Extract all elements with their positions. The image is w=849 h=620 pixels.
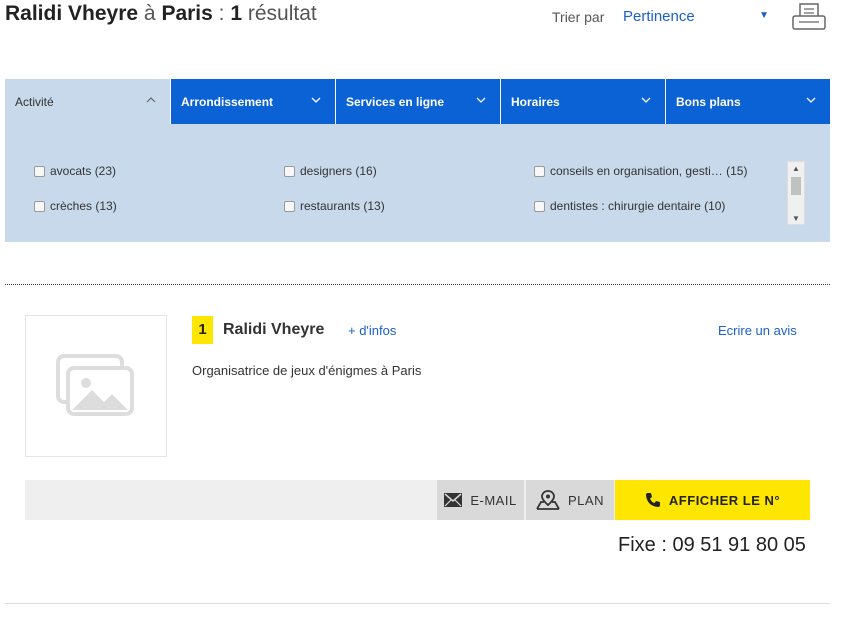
tab-activite[interactable]: Activité	[5, 79, 170, 124]
filter-option[interactable]: conseils en organisation, gesti… (15)	[534, 164, 747, 178]
search-city: Paris	[161, 2, 213, 25]
checkbox[interactable]	[284, 165, 295, 177]
tab-bons-plans[interactable]: Bons plans	[665, 79, 830, 124]
sort-value: Pertinence	[623, 8, 695, 25]
option-label: conseils en organisation, gesti… (15)	[550, 164, 748, 178]
chevron-down-icon	[806, 97, 816, 103]
filter-option[interactable]: designers (16)	[284, 164, 377, 178]
show-phone-button[interactable]: AFFICHER LE N°	[615, 480, 810, 520]
tab-label: Arrondissement	[181, 95, 274, 109]
result-action-bar: E-MAIL PLAN AFFICHER LE N°	[25, 480, 810, 520]
dropdown-arrow-icon: ▼	[759, 10, 769, 21]
phone-icon	[645, 493, 660, 507]
map-button[interactable]: PLAN	[526, 480, 614, 520]
option-label: designers (16)	[300, 164, 377, 178]
checkbox[interactable]	[34, 165, 45, 177]
filter-option[interactable]: restaurants (13)	[284, 199, 385, 213]
tab-label: Bons plans	[676, 95, 741, 109]
option-label: crèches (13)	[50, 199, 117, 213]
envelope-icon	[444, 493, 463, 507]
scrollbar-thumb[interactable]	[791, 177, 801, 195]
option-label: dentistes : chirurgie dentaire (10)	[550, 199, 726, 213]
show-phone-label: AFFICHER LE N°	[668, 492, 781, 508]
filter-panel: Activité Arrondissement Services en lign…	[5, 79, 830, 242]
divider	[5, 284, 830, 285]
result-rank-badge: 1	[192, 316, 213, 344]
tab-horaires[interactable]: Horaires	[500, 79, 665, 124]
scroll-up-icon[interactable]: ▲	[792, 164, 800, 173]
checkbox[interactable]	[284, 200, 295, 212]
phone-number: Fixe : 09 51 91 80 05	[618, 534, 806, 556]
print-icon[interactable]	[791, 2, 827, 32]
options-scrollbar[interactable]: ▲ ▼	[787, 161, 805, 225]
filter-option[interactable]: dentistes : chirurgie dentaire (10)	[534, 199, 725, 213]
checkbox[interactable]	[34, 200, 45, 212]
checkbox[interactable]	[534, 165, 545, 177]
title-separator: :	[218, 2, 225, 25]
more-info-link[interactable]: + d'infos	[348, 323, 396, 338]
result-description: Organisatrice de jeux d'énigmes à Paris	[192, 363, 422, 378]
results-header: Ralidi Vheyre à Paris : 1 résultat Trier…	[5, 2, 845, 34]
sort-label: Trier par	[552, 9, 605, 25]
filter-tabs: Activité Arrondissement Services en lign…	[5, 79, 830, 124]
tab-label: Services en ligne	[346, 95, 445, 109]
chevron-down-icon	[476, 97, 486, 103]
option-label: avocats (23)	[50, 164, 117, 178]
tab-services-en-ligne[interactable]: Services en ligne	[335, 79, 500, 124]
title-preposition: à	[143, 2, 156, 25]
filter-option[interactable]: avocats (23)	[34, 164, 116, 178]
sort-select[interactable]: Pertinence ▼	[623, 6, 769, 28]
tab-label: Activité	[15, 95, 54, 109]
scroll-down-icon[interactable]: ▼	[792, 214, 800, 223]
option-label: restaurants (13)	[300, 199, 385, 213]
tab-label: Horaires	[511, 95, 560, 109]
email-button[interactable]: E-MAIL	[437, 480, 524, 520]
chevron-down-icon	[641, 97, 651, 103]
filter-options: avocats (23) crèches (13) designers (16)…	[5, 124, 830, 242]
tab-arrondissement[interactable]: Arrondissement	[170, 79, 335, 124]
write-review-link[interactable]: Ecrire un avis	[718, 323, 797, 338]
email-label: E-MAIL	[470, 492, 517, 508]
result-word: résultat	[247, 2, 317, 25]
result-thumbnail[interactable]	[25, 315, 167, 457]
chevron-up-icon	[146, 97, 156, 103]
result-count: 1	[230, 2, 243, 25]
chevron-down-icon	[311, 97, 321, 103]
map-label: PLAN	[568, 492, 604, 508]
image-placeholder-icon	[56, 354, 134, 416]
checkbox[interactable]	[534, 200, 545, 212]
divider	[5, 603, 830, 604]
filter-option[interactable]: crèches (13)	[34, 199, 117, 213]
page-title: Ralidi Vheyre à Paris : 1 résultat	[5, 2, 317, 26]
map-pin-icon	[536, 490, 560, 510]
result-name[interactable]: Ralidi Vheyre	[223, 321, 324, 339]
search-name: Ralidi Vheyre	[5, 2, 139, 25]
